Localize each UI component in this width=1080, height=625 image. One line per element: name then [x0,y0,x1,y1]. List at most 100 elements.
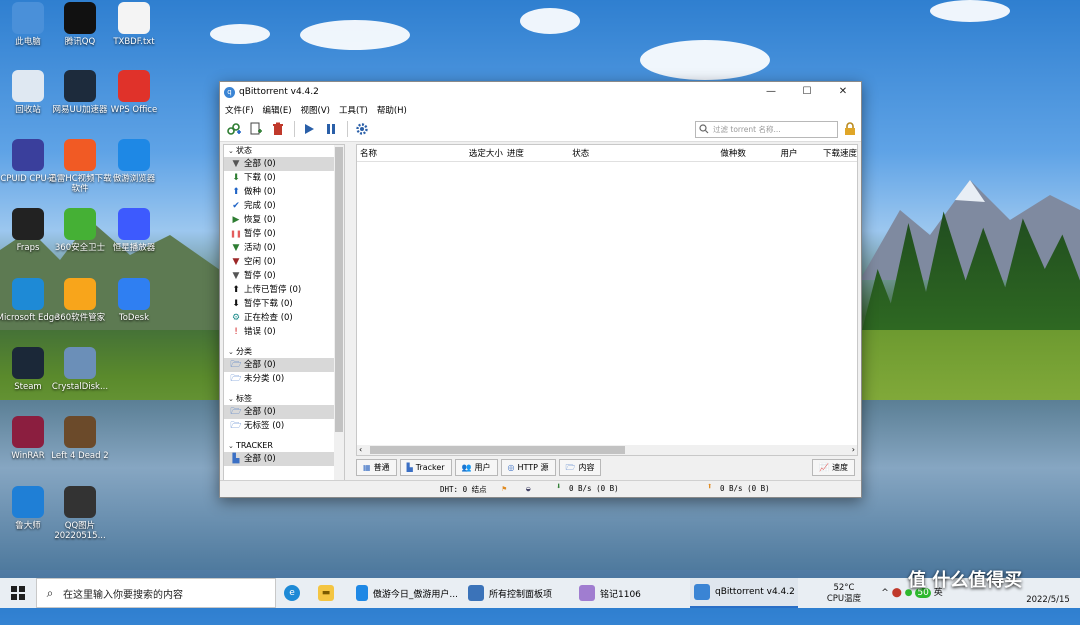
edge-taskbar-icon[interactable]: e [284,578,305,608]
column-progress[interactable]: 进度 [503,147,572,159]
tab-speed-label: 速度 [832,462,848,472]
status-section-header[interactable]: ⌄ 状态 [224,145,344,157]
column-selected-size[interactable]: 选定大小 [463,147,503,159]
tab-trackers-label: Tracker [415,462,445,472]
menu-help[interactable]: 帮助(H) [377,104,407,116]
column-name[interactable]: 名称 [357,147,463,159]
menu-edit[interactable]: 编辑(E) [263,104,292,116]
options-button[interactable] [352,119,372,139]
connection-icon[interactable]: ⚑ [502,484,507,493]
add-torrent-link-button[interactable] [224,119,244,139]
column-seeds[interactable]: 做种数 [681,147,746,159]
tags-section-header[interactable]: ⌄ 标签 [224,393,344,405]
tag-item[interactable]: 🗁 全部 (0) [224,405,334,419]
tab-peers[interactable]: 👥 用户 [454,458,498,476]
tab-speed[interactable]: 📈 速度 [812,458,855,476]
menu-bar: 文件(F) 编辑(E) 视图(V) 工具(T) 帮助(H) [220,102,861,117]
pause-button[interactable] [321,119,341,139]
menu-view[interactable]: 视图(V) [301,104,330,116]
status-filter-item[interactable]: ▼ 暂停 (0) [224,269,344,283]
horizontal-scrollbar[interactable]: ‹ › [357,445,857,455]
chevron-up-icon[interactable]: ^ [881,588,889,598]
status-filter-item[interactable]: ! 错误 (0) [224,325,344,339]
tag-item[interactable]: 🗁 无标签 (0) [224,419,344,433]
taskbar-app-qbittorrent[interactable]: qBittorrent v4.4.2 [690,578,798,608]
steam-icon [12,347,44,379]
desktop-icon-todesk[interactable]: ToDesk [102,278,166,323]
error-icon: ! [234,327,238,337]
text-file-icon [118,2,150,34]
temperature-widget[interactable]: 52°C CPU温度 [822,583,866,613]
desktop-icon-player[interactable]: 恒星播放器 [102,208,166,253]
torrent-list[interactable]: 名称 选定大小 进度 状态 做种数 用户 下载速度 ‹ › [356,144,858,456]
column-peers[interactable]: 用户 [746,147,797,159]
qbittorrent-icon [694,584,710,600]
maximize-button[interactable]: ☐ [789,82,825,102]
title-bar[interactable]: q qBittorrent v4.4.2 — ☐ ✕ [220,82,861,102]
category-section-header[interactable]: ⌄ 分类 [224,346,344,358]
status-filter-item[interactable]: ⚙ 正在检查 (0) [224,311,344,325]
taskbar-app-avatar[interactable]: 铭记1106 [575,578,681,608]
status-filter-item[interactable]: ▼ 空闲 (0) [224,255,344,269]
taskbar-app-maxthon[interactable]: 傲游今日_傲游用户... [352,578,458,608]
tab-general[interactable]: ▦ 普通 [356,458,397,476]
start-button[interactable] [0,578,36,608]
tracker-item[interactable]: ▙ 全部 (0) [224,452,334,466]
status-filter-item[interactable]: ▼ 活动 (0) [224,241,344,255]
file-explorer-taskbar-icon[interactable]: ▬ [318,578,339,608]
status-filter-item[interactable]: ▼ 全部 (0) [224,157,334,171]
tracker-section-header[interactable]: ⌄ TRACKER [224,440,344,452]
status-filter-item[interactable]: ❚❚ 暂停 (0) [224,227,344,241]
download-speed: 0 B/s (0 B) [569,484,619,493]
status-filter-item[interactable]: ⬆ 上传已暂停 (0) [224,283,344,297]
windows-logo-icon [11,586,25,600]
horizontal-scroll-thumb[interactable] [370,446,625,454]
desktop-icon-label: TXBDF.txt [113,37,155,47]
close-button[interactable]: ✕ [825,82,861,102]
scroll-left-icon[interactable]: ‹ [359,445,362,455]
resume-button[interactable] [299,119,319,139]
tab-trackers[interactable]: ▙ Tracker [399,458,452,476]
menu-file[interactable]: 文件(F) [225,104,254,116]
desktop-icon-image-file[interactable]: QQ图片20220515... [48,486,112,541]
folder-icon: 🗁 [230,360,242,370]
lock-icon[interactable] [843,122,857,136]
cloud [300,20,410,50]
status-filter-item[interactable]: ✔ 完成 (0) [224,199,344,213]
scroll-right-icon[interactable]: › [852,445,855,455]
status-filter-item[interactable]: ⬆ 做种 (0) [224,185,344,199]
filter-search-input[interactable]: 过滤 torrent 名称... [695,120,838,138]
status-filter-item[interactable]: ▶ 恢复 (0) [224,213,344,227]
minimize-button[interactable]: — [753,82,789,102]
window-title: qBittorrent v4.4.2 [239,87,319,97]
filter-sidebar[interactable]: ⌄ 状态 ▼ 全部 (0) ⬇ 下载 (0) ⬆ 做种 (0) ✔ 完成 (0) ▶ 恢复 (0) ❚… [223,144,345,481]
column-status[interactable]: 状态 [572,147,681,159]
add-torrent-file-button[interactable] [246,119,266,139]
desktop-icon-wps-office[interactable]: WPS Office [102,70,166,115]
taskbar-search-box[interactable]: ⌕ 在这里输入你要搜索的内容 [36,578,276,608]
menu-tools[interactable]: 工具(T) [339,104,368,116]
desktop-icon-text-file[interactable]: TXBDF.txt [102,2,166,47]
category-item[interactable]: 🗁 未分类 (0) [224,372,344,386]
notification-icon[interactable]: ⬤ [892,588,902,598]
tab-http-sources[interactable]: ◎ HTTP 源 [500,458,556,476]
status-filter-label: 暂停 (0) [244,229,276,239]
desktop-icon-maxthon-browser[interactable]: 傲游浏览器 [102,139,166,184]
status-bar: DHT: 0 结点 ⚑ ◒ ⬇ 0 B/s (0 B) ⬆ 0 B/s (0 B… [220,480,861,497]
category-item[interactable]: 🗁 全部 (0) [224,358,334,372]
status-filter-item[interactable]: ⬇ 暂停下载 (0) [224,297,344,311]
column-download-speed[interactable]: 下载速度 [797,147,857,159]
taskbar-app-control-panel[interactable]: 所有控制面板项 [464,578,570,608]
desktop-icon-left4dead[interactable]: Left 4 Dead 2 [48,416,112,461]
todesk-icon [118,278,150,310]
clock[interactable]: 2022/5/15 [1018,595,1078,625]
delete-button[interactable] [268,119,288,139]
desktop-icon-crystaldisk[interactable]: CrystalDisk... [48,347,112,392]
status-filter-item[interactable]: ⬇ 下载 (0) [224,171,344,185]
uu-accelerator-icon [64,70,96,102]
tracker-header-label: TRACKER [236,441,273,450]
tracker-list: ▙ 全部 (0) [224,452,344,466]
speed-limit-icon[interactable]: ◒ [526,484,531,493]
window-body: ⌄ 状态 ▼ 全部 (0) ⬇ 下载 (0) ⬆ 做种 (0) ✔ 完成 (0) ▶ 恢复 (0) ❚… [220,142,861,481]
tab-content[interactable]: 🗁 内容 [558,458,602,476]
